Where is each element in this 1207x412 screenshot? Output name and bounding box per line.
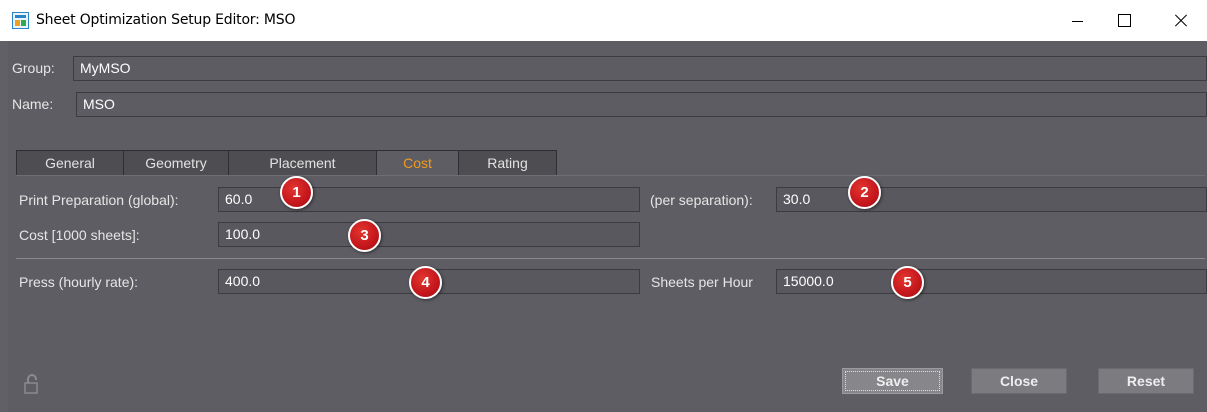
close-button[interactable]: Close <box>971 368 1067 394</box>
cost-1000-sheets-label: Cost [1000 sheets]: <box>19 227 140 243</box>
callout-badge-4: 4 <box>409 266 442 299</box>
app-icon <box>12 12 29 29</box>
group-field[interactable]: MyMSO <box>73 56 1207 81</box>
editor-panel: Group: MyMSO Name: MSO General Geometry … <box>8 41 1207 412</box>
group-label: Group: <box>12 60 55 76</box>
tab-cost[interactable]: Cost <box>376 150 458 176</box>
print-preparation-label: Print Preparation (global): <box>19 192 179 208</box>
name-label: Name: <box>12 96 54 112</box>
per-separation-label: (per separation): <box>650 192 753 208</box>
tab-bar: General Geometry Placement Cost Rating <box>16 150 557 176</box>
cost-1000-sheets-field[interactable]: 100.0 <box>218 222 640 247</box>
sheets-per-hour-field[interactable]: 15000.0 <box>776 269 1207 294</box>
tab-general[interactable]: General <box>16 150 123 176</box>
minimize-icon[interactable] <box>1055 0 1101 41</box>
tab-placement[interactable]: Placement <box>228 150 376 176</box>
callout-badge-2: 2 <box>848 176 881 209</box>
unlock-icon[interactable] <box>24 374 42 394</box>
window-title: Sheet Optimization Setup Editor: MSO <box>36 12 296 28</box>
callout-badge-1: 1 <box>280 176 313 209</box>
close-icon[interactable] <box>1163 0 1207 41</box>
callout-badge-5: 5 <box>891 266 924 299</box>
save-button[interactable]: Save <box>842 368 943 394</box>
tab-underline <box>16 175 1205 176</box>
sheets-per-hour-label: Sheets per Hour <box>651 274 753 290</box>
reset-button[interactable]: Reset <box>1098 368 1194 394</box>
title-bar: Sheet Optimization Setup Editor: MSO <box>0 0 1207 41</box>
per-separation-field[interactable]: 30.0 <box>776 187 1207 212</box>
press-hourly-rate-label: Press (hourly rate): <box>19 274 139 290</box>
maximize-icon[interactable] <box>1101 0 1147 41</box>
tab-rating[interactable]: Rating <box>458 150 557 176</box>
name-field[interactable]: MSO <box>76 92 1207 117</box>
callout-badge-3: 3 <box>348 219 381 252</box>
tab-geometry[interactable]: Geometry <box>123 150 228 176</box>
section-divider <box>16 258 1205 259</box>
